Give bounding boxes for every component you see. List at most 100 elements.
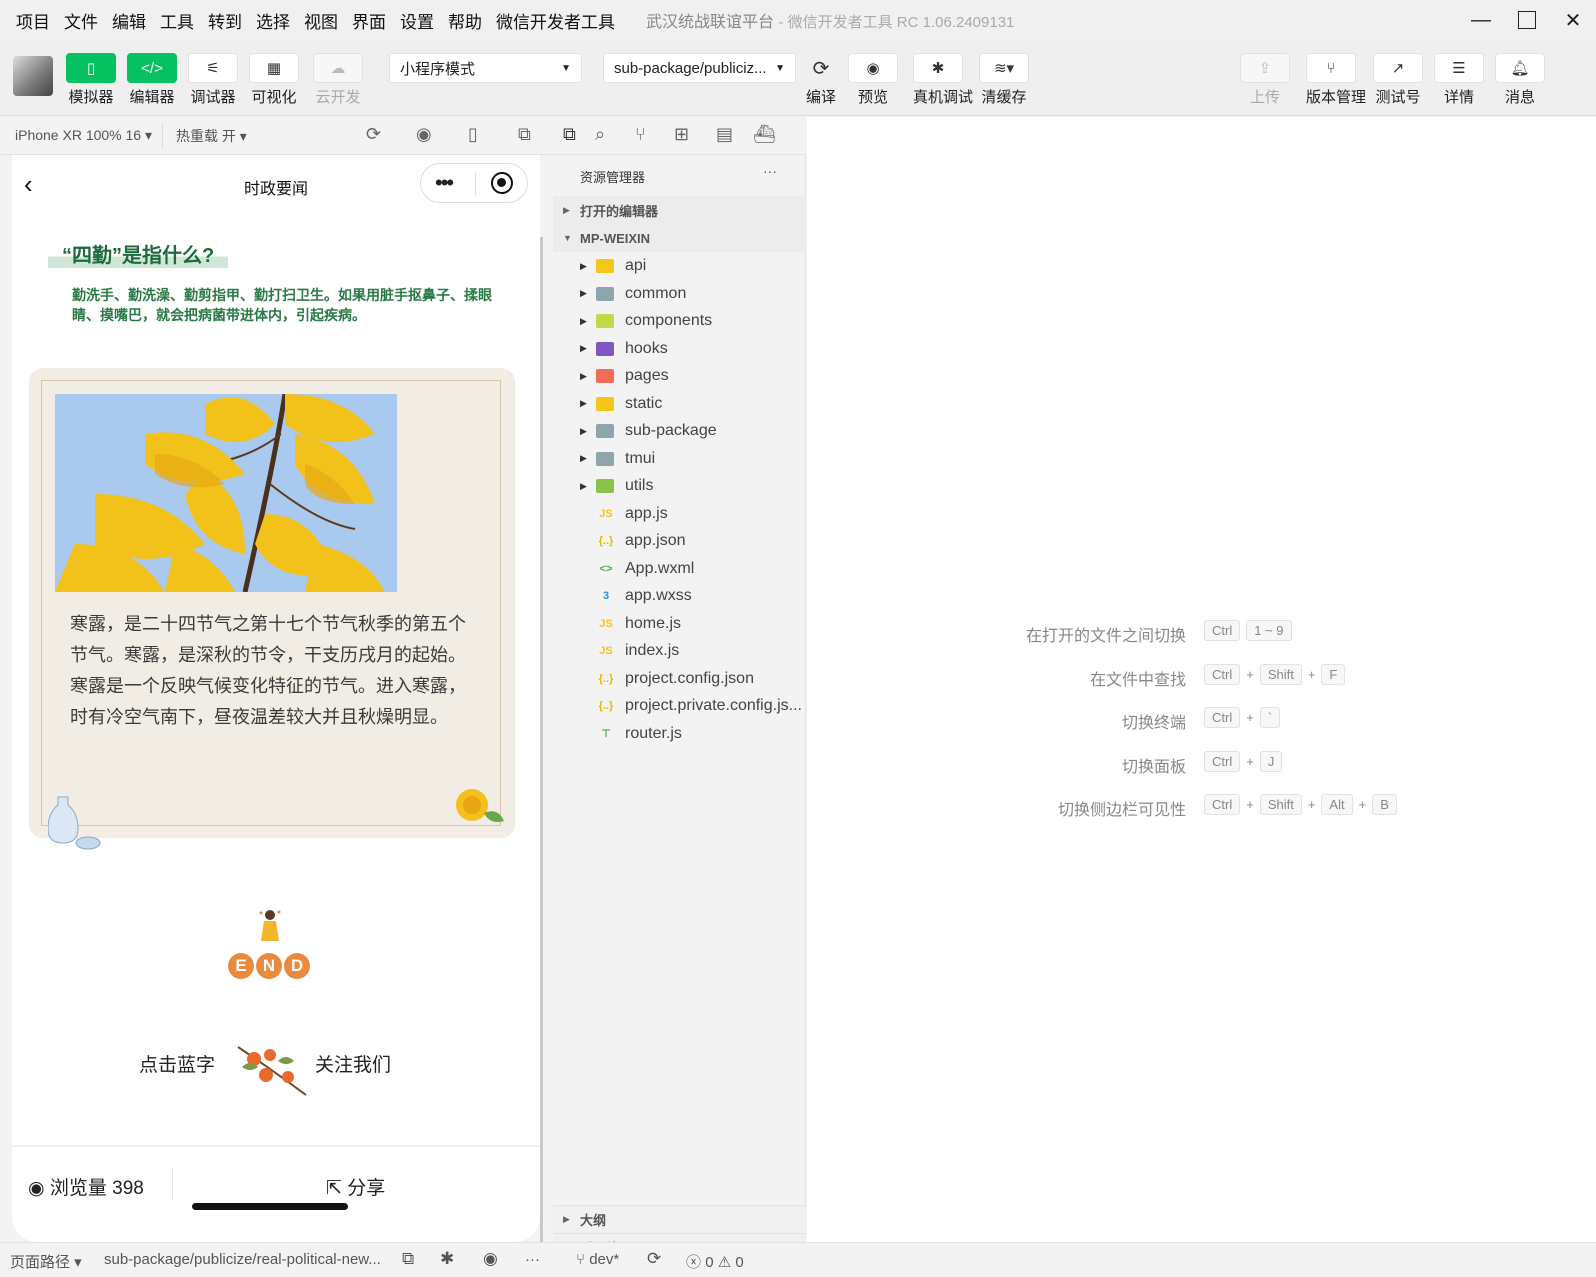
file-item[interactable]: ⊤ router.js xyxy=(553,720,806,748)
cloud-button[interactable]: ☁ 云开发 xyxy=(313,53,363,107)
rotate-icon[interactable]: ⟳ xyxy=(366,124,381,145)
folder-item[interactable]: ▶ utils xyxy=(553,472,806,500)
shortcut-description: 在打开的文件之间切换 xyxy=(1025,628,1186,645)
folder-item[interactable]: ▶ pages xyxy=(553,362,806,390)
page-path: sub-package/publicize/real-political-new… xyxy=(104,1251,381,1268)
file-item[interactable]: {..} project.config.json xyxy=(553,665,806,693)
minimize-button[interactable]: — xyxy=(1458,0,1504,40)
key-cap: Ctrl xyxy=(1204,794,1241,815)
docker-icon[interactable]: ⛴ xyxy=(753,124,776,145)
editor-button[interactable]: </> 编辑器 xyxy=(127,53,177,107)
project-root-section[interactable]: ▼ MP-WEIXIN xyxy=(553,224,806,252)
shortcut-row: 在打开的文件之间切换 Ctrl 1 ~ 9 xyxy=(807,619,1596,645)
avatar[interactable] xyxy=(13,56,53,96)
file-item[interactable]: JS index.js xyxy=(553,637,806,665)
close-mini-program-icon[interactable] xyxy=(491,172,513,194)
visual-button[interactable]: ▦ 可视化 xyxy=(249,53,299,107)
file-type-icon: <> xyxy=(599,562,613,575)
branch-status[interactable]: ⑂ dev* xyxy=(576,1251,619,1268)
key-plus: + xyxy=(1246,797,1254,812)
phone-icon[interactable]: ▯ xyxy=(468,124,478,145)
folder-item[interactable]: ▶ static xyxy=(553,390,806,418)
popout-icon[interactable]: ⧉ xyxy=(518,124,531,145)
file-item[interactable]: JS home.js xyxy=(553,610,806,638)
hot-reload-select[interactable]: 热重载 开 ▾ xyxy=(176,126,247,146)
upload-button[interactable]: ⇪ 上传 xyxy=(1240,53,1290,107)
share-button[interactable]: ⇱ 分享 xyxy=(326,1173,385,1200)
stop-icon[interactable]: ◉ xyxy=(416,124,432,145)
compile-button[interactable]: ⟳ 编译 xyxy=(796,53,846,107)
test-account-button[interactable]: ↗ 测试号 xyxy=(1373,53,1423,107)
menu-project[interactable]: 项目 xyxy=(0,8,57,33)
menu-edit[interactable]: 编辑 xyxy=(105,8,153,33)
phone-nav-bar: ‹ 时政要闻 ••• xyxy=(12,155,540,217)
problems-status[interactable]: ⓧ 0 ⚠ 0 xyxy=(686,1251,744,1272)
menu-view[interactable]: 视图 xyxy=(297,8,345,33)
folder-icon xyxy=(596,314,614,328)
sync-icon[interactable]: ⟳ xyxy=(647,1249,661,1269)
upload-icon: ⇪ xyxy=(1240,53,1290,83)
debugger-button[interactable]: ⚟ 调试器 xyxy=(188,53,238,107)
open-editors-section[interactable]: ▶ 打开的编辑器 xyxy=(553,196,806,224)
eye-icon: ◉ xyxy=(848,53,898,83)
file-item[interactable]: 3 app.wxss xyxy=(553,582,806,610)
more-icon[interactable]: ••• xyxy=(435,170,454,196)
folder-item[interactable]: ▶ api xyxy=(553,252,806,280)
file-item[interactable]: {..} project.private.config.js... xyxy=(553,692,806,720)
more-icon[interactable]: ··· xyxy=(525,1251,540,1268)
preview-button[interactable]: ◉ 预览 xyxy=(848,53,898,107)
key-plus: + xyxy=(1246,710,1254,725)
folder-item[interactable]: ▶ tmui xyxy=(553,445,806,473)
menu-settings[interactable]: 设置 xyxy=(393,8,441,33)
key-plus: + xyxy=(1307,666,1316,682)
key-plus: + xyxy=(1307,797,1316,812)
folder-item[interactable]: ▶ hooks xyxy=(553,335,806,363)
source-control-icon[interactable]: ⑂ xyxy=(635,124,646,145)
copy-icon[interactable]: ⧉ xyxy=(402,1249,414,1269)
page-path-select[interactable]: 页面路径 ▾ xyxy=(10,1251,82,1272)
menu-file[interactable]: 文件 xyxy=(57,8,105,33)
page-select-value: sub-package/publiciz... xyxy=(614,59,767,77)
simulator-scrollbar[interactable] xyxy=(540,237,543,1242)
file-item[interactable]: {..} app.json xyxy=(553,527,806,555)
clear-cache-button[interactable]: ≋▾ 清缓存 xyxy=(979,53,1029,107)
code-icon: </> xyxy=(127,53,177,83)
eye-icon[interactable]: ◉ xyxy=(483,1249,498,1269)
shortcut-keys: Ctrl + Shift + Alt + B xyxy=(1204,794,1397,815)
menu-help[interactable]: 帮助 xyxy=(441,8,489,33)
version-button[interactable]: ⑂ 版本管理 xyxy=(1306,53,1366,107)
folder-item[interactable]: ▶ components xyxy=(553,307,806,335)
refresh-icon: ⟳ xyxy=(812,57,830,80)
remote-debug-button[interactable]: ✱ 真机调试 xyxy=(913,53,973,107)
menu-devtools[interactable]: 微信开发者工具 xyxy=(489,8,622,33)
folder-item[interactable]: ▶ common xyxy=(553,280,806,308)
maximize-button[interactable] xyxy=(1504,0,1550,40)
menu-select[interactable]: 选择 xyxy=(249,8,297,33)
menu-tools[interactable]: 工具 xyxy=(153,8,201,33)
follow-text-left: 点击蓝字 xyxy=(139,1055,216,1076)
folder-icon xyxy=(596,341,614,356)
outline-section[interactable]: ▶ 大纲 xyxy=(553,1205,806,1233)
file-item[interactable]: JS app.js xyxy=(553,500,806,528)
save-icon[interactable]: ▤ xyxy=(716,124,733,145)
close-button[interactable]: ✕ xyxy=(1550,0,1596,40)
menu-interface[interactable]: 界面 xyxy=(345,8,393,33)
messages-button[interactable]: 🔔︎ 消息 xyxy=(1495,53,1545,107)
bug-icon[interactable]: ✱ xyxy=(440,1249,454,1269)
sliders-icon: ⚟ xyxy=(188,53,238,83)
page-select[interactable]: sub-package/publiciz... ▼ xyxy=(603,53,796,83)
simulator-button[interactable]: ▯ 模拟器 xyxy=(66,53,116,107)
extensions-icon[interactable]: ⊞ xyxy=(674,124,689,145)
folder-item[interactable]: ▶ sub-package xyxy=(553,417,806,445)
explorer-more-button[interactable]: ··· xyxy=(763,163,777,179)
details-button[interactable]: ☰ 详情 xyxy=(1434,53,1484,107)
search-icon[interactable]: ⌕ xyxy=(595,124,605,145)
menu-goto[interactable]: 转到 xyxy=(201,8,249,33)
section-body: 勤洗手、勤洗澡、勤剪指甲、勤打扫卫生。如果用脏手抠鼻子、揉眼 睛、摸嘴巴，就会把… xyxy=(72,285,527,325)
files-icon[interactable]: ⧉ xyxy=(563,124,576,145)
file-item[interactable]: <> App.wxml xyxy=(553,555,806,583)
folder-name: pages xyxy=(625,367,669,384)
mode-select[interactable]: 小程序模式 ▼ xyxy=(389,53,582,83)
device-select[interactable]: iPhone XR 100% 16 ▾ xyxy=(15,127,152,144)
open-editors-label: 打开的编辑器 xyxy=(580,203,659,219)
